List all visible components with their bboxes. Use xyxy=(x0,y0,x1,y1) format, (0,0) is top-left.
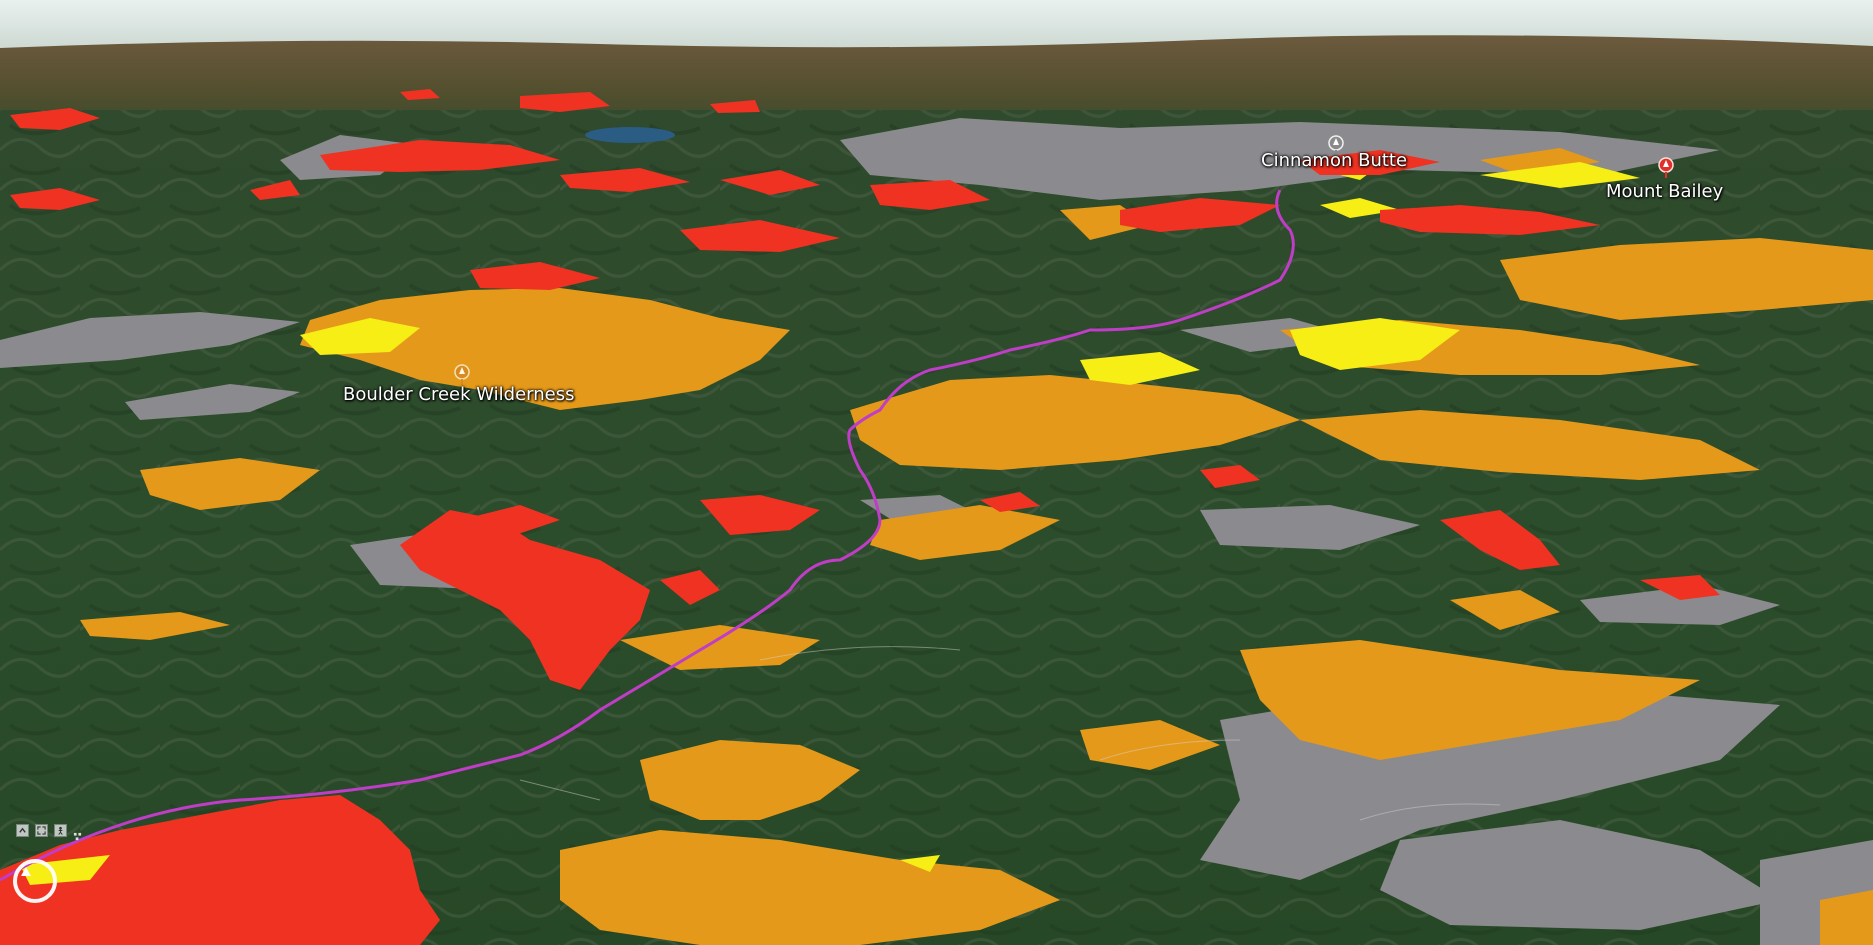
map-3d-view[interactable] xyxy=(0,0,1873,945)
pan-up-icon[interactable] xyxy=(16,824,29,837)
zoom-extent-icon[interactable] xyxy=(35,824,48,837)
compass-reset-icon[interactable] xyxy=(12,858,58,904)
navigation-toolbar xyxy=(16,824,82,841)
lake xyxy=(585,127,675,143)
place-label-cinnamon-butte[interactable]: Cinnamon Butte xyxy=(1261,150,1407,171)
tilt-icon[interactable] xyxy=(73,826,82,841)
summit-marker-icon-red[interactable] xyxy=(1657,156,1675,178)
person-view-icon[interactable] xyxy=(54,824,67,837)
wilderness-marker-icon[interactable] xyxy=(453,363,471,385)
place-label-boulder-creek-wilderness[interactable]: Boulder Creek Wilderness xyxy=(343,384,575,405)
place-label-mount-bailey[interactable]: Mount Bailey xyxy=(1606,181,1723,202)
